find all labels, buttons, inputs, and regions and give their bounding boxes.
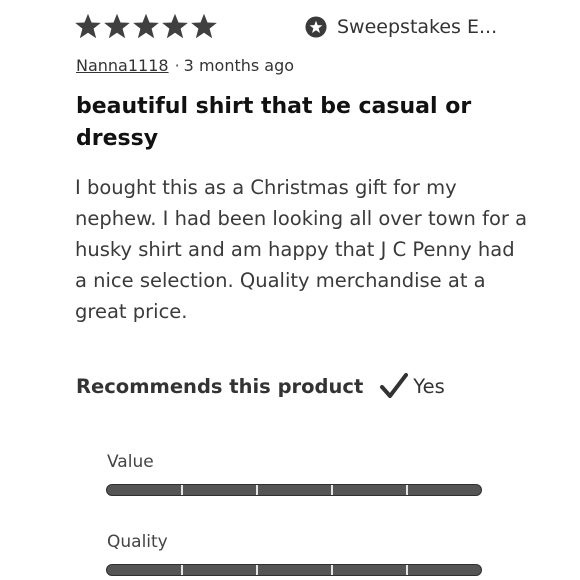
recommends-row: Recommends this product Yes [76, 372, 445, 400]
star-icon [191, 13, 217, 39]
attribute-bar-value [106, 484, 482, 496]
review-time: 3 months ago [183, 56, 295, 75]
review-card: Sweepstakes E... Nanna1118 · 3 months ago … [0, 0, 580, 580]
attribute-label-quality: Quality [107, 532, 168, 552]
reviewer-username-link[interactable]: Nanna1118 [76, 56, 169, 75]
star-icon [104, 13, 130, 39]
checkmark-icon [380, 373, 409, 398]
star-icon [162, 13, 188, 39]
star-icon [75, 13, 101, 39]
review-meta: Nanna1118 · 3 months ago [76, 56, 294, 75]
star-rating [74, 10, 218, 42]
recommends-label: Recommends this product [76, 374, 364, 398]
meta-separator: · [174, 56, 180, 75]
review-title: beautiful shirt that be casual or dressy [76, 94, 472, 151]
badge-label: Sweepstakes E... [337, 16, 498, 38]
rating-row: Sweepstakes E... [74, 10, 574, 46]
star-circle-icon [305, 16, 327, 38]
sweepstakes-badge[interactable]: Sweepstakes E... [305, 16, 497, 38]
recommends-value: Yes [413, 374, 445, 398]
review-body: I bought this as a Christmas gift for my… [75, 176, 528, 323]
attribute-bar-quality [106, 564, 482, 576]
attribute-label-value: Value [107, 452, 154, 472]
star-icon [133, 13, 159, 39]
